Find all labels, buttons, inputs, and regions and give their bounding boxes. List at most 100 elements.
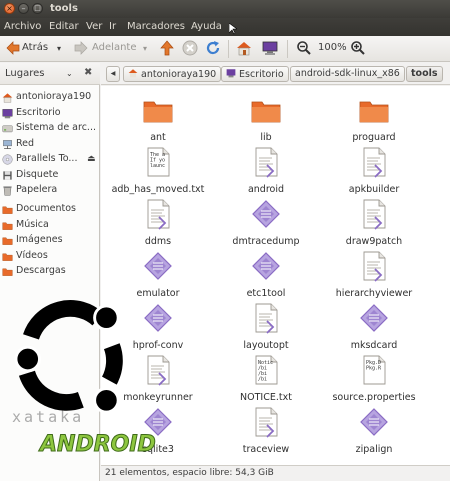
cd-icon [2,154,13,165]
menu-editar[interactable]: Editar [49,21,79,32]
file-item[interactable]: Pkg.D Pkg.R source.properties [319,354,429,408]
eject-icon[interactable]: ⏏ [87,154,96,164]
sidebar-item-label: Sistema de arc... [16,122,96,133]
breadcrumb-label: Escritorio [239,69,284,80]
zoom-in-icon[interactable] [350,40,366,56]
close-sidebar-icon[interactable]: ✖ [84,67,92,78]
file-item[interactable]: apkbuilder [319,146,429,200]
up-arrow-icon[interactable] [159,40,175,56]
file-name: mksdcard [350,340,398,351]
back-button[interactable]: Atrás [22,42,48,53]
file-name: ddms [144,236,172,247]
back-arrow-icon[interactable] [5,40,21,56]
file-name: apkbuilder [348,184,400,195]
file-item[interactable]: traceview [211,406,321,460]
file-item[interactable]: mksdcard [319,302,429,356]
file-item[interactable]: ddms [103,198,213,252]
chevron-down-icon[interactable]: ⌄ [66,69,73,78]
file-item[interactable]: ant [103,94,213,148]
sidebar-item-label: Escritorio [16,107,61,118]
sidebar-places-selector[interactable]: Lugares [5,68,44,79]
sidebar-item[interactable]: Música [1,218,99,233]
sidebar-item[interactable]: Vídeos [1,249,99,264]
breadcrumb-escritorio[interactable]: Escritorio [221,66,289,82]
menu-marcadores[interactable]: Marcadores [127,21,185,32]
file-item[interactable]: android [211,146,321,200]
zoom-out-icon[interactable] [296,40,312,56]
file-item[interactable]: zipalign [319,406,429,460]
file-item[interactable]: hierarchyviewer [319,250,429,304]
sidebar-item[interactable]: antonioraya190 [1,90,99,105]
menu-ayuda[interactable]: Ayuda [191,21,222,32]
sidebar-item[interactable]: Disquete [1,168,99,183]
computer-icon[interactable] [262,40,278,56]
breadcrumb-tools[interactable]: tools [406,66,443,82]
forward-button[interactable]: Adelante [92,42,136,53]
breadcrumb-label: tools [411,68,438,79]
menu-ir[interactable]: Ir [109,21,116,32]
file-item[interactable]: emulator [103,250,213,304]
file-item[interactable]: Notic/bi/bi/bi NOTICE.txt [211,354,321,408]
sidebar-item-label: Papelera [16,184,58,195]
sidebar-item[interactable]: Documentos [1,202,99,217]
forward-arrow-icon[interactable] [73,40,89,56]
home-icon[interactable] [236,40,252,56]
text-file-icon: The aIf yolaunc [147,147,170,177]
toolbar-separator [228,40,229,58]
file-name: etc1tool [246,288,286,299]
forward-history-dropdown[interactable]: ▾ [143,44,147,53]
stop-icon[interactable] [182,40,198,56]
maximize-window-button[interactable]: □ [32,3,43,14]
home-icon [2,93,13,103]
folder-icon [251,101,281,123]
path-back-scroll-button[interactable]: ◂ [106,66,120,82]
menu-archivo[interactable]: Archivo [4,21,41,32]
file-name: source.properties [332,392,416,403]
sidebar-item-label: Documentos [16,203,76,214]
folder-icon [2,222,13,230]
script-file-icon [363,147,386,178]
back-history-dropdown[interactable]: ▾ [57,44,61,53]
executable-icon [360,408,388,436]
script-file-icon [147,355,170,386]
status-text: 21 elementos, espacio libre: 54,3 GiB [105,468,274,478]
drive-icon [2,125,13,133]
file-item[interactable]: layoutopt [211,302,321,356]
floppy-icon [3,171,12,180]
desktop-icon [226,69,236,78]
file-item[interactable]: lib [211,94,321,148]
sidebar-item[interactable]: Sistema de arc... [1,121,99,136]
file-icon-view[interactable]: ant lib proguard The a If yo launc adb_has_mov… [101,86,450,465]
sidebar-item[interactable]: Escritorio [1,106,99,121]
file-item[interactable]: dmtracedump [211,198,321,252]
sidebar-item[interactable]: Descargas [1,264,99,279]
file-name: dmtracedump [232,236,300,247]
file-item[interactable]: The a If yo launc adb_has_moved.txt [103,146,213,200]
sidebar-item[interactable]: Red [1,137,99,152]
file-item[interactable]: etc1tool [211,250,321,304]
sidebar-item-label: Imágenes [16,234,63,245]
file-name: layoutopt [243,340,289,351]
sidebar-item[interactable]: Parallels To... ⏏ [1,152,99,167]
menu-bar: Archivo Editar Ver Ir Marcadores Ayuda [0,18,450,36]
menu-ver[interactable]: Ver [86,21,102,32]
path-bar: ◂ antonioraya190 Escritorio android-sdk-… [101,63,450,85]
sidebar-header: Lugares ⌄ ✖ [0,63,100,85]
toolbar-separator [287,40,288,58]
file-name: ant [150,132,166,143]
breadcrumb-android-sdk[interactable]: android-sdk-linux_x86 [290,66,405,82]
close-window-button[interactable]: × [4,3,15,14]
file-name: NOTICE.txt [240,392,292,403]
executable-icon [144,252,172,280]
reload-icon[interactable] [205,40,221,56]
file-name: traceview [242,444,290,455]
minimize-window-button[interactable]: – [18,3,29,14]
breadcrumb-home[interactable]: antonioraya190 [123,66,222,82]
file-item[interactable]: proguard [319,94,429,148]
file-name: emulator [136,288,180,299]
file-item[interactable]: draw9patch [319,198,429,252]
sidebar-item[interactable]: Imágenes [1,233,99,248]
folder-icon [2,237,13,245]
sidebar-item[interactable]: Papelera [1,183,99,198]
zoom-level[interactable]: 100% [318,42,347,53]
